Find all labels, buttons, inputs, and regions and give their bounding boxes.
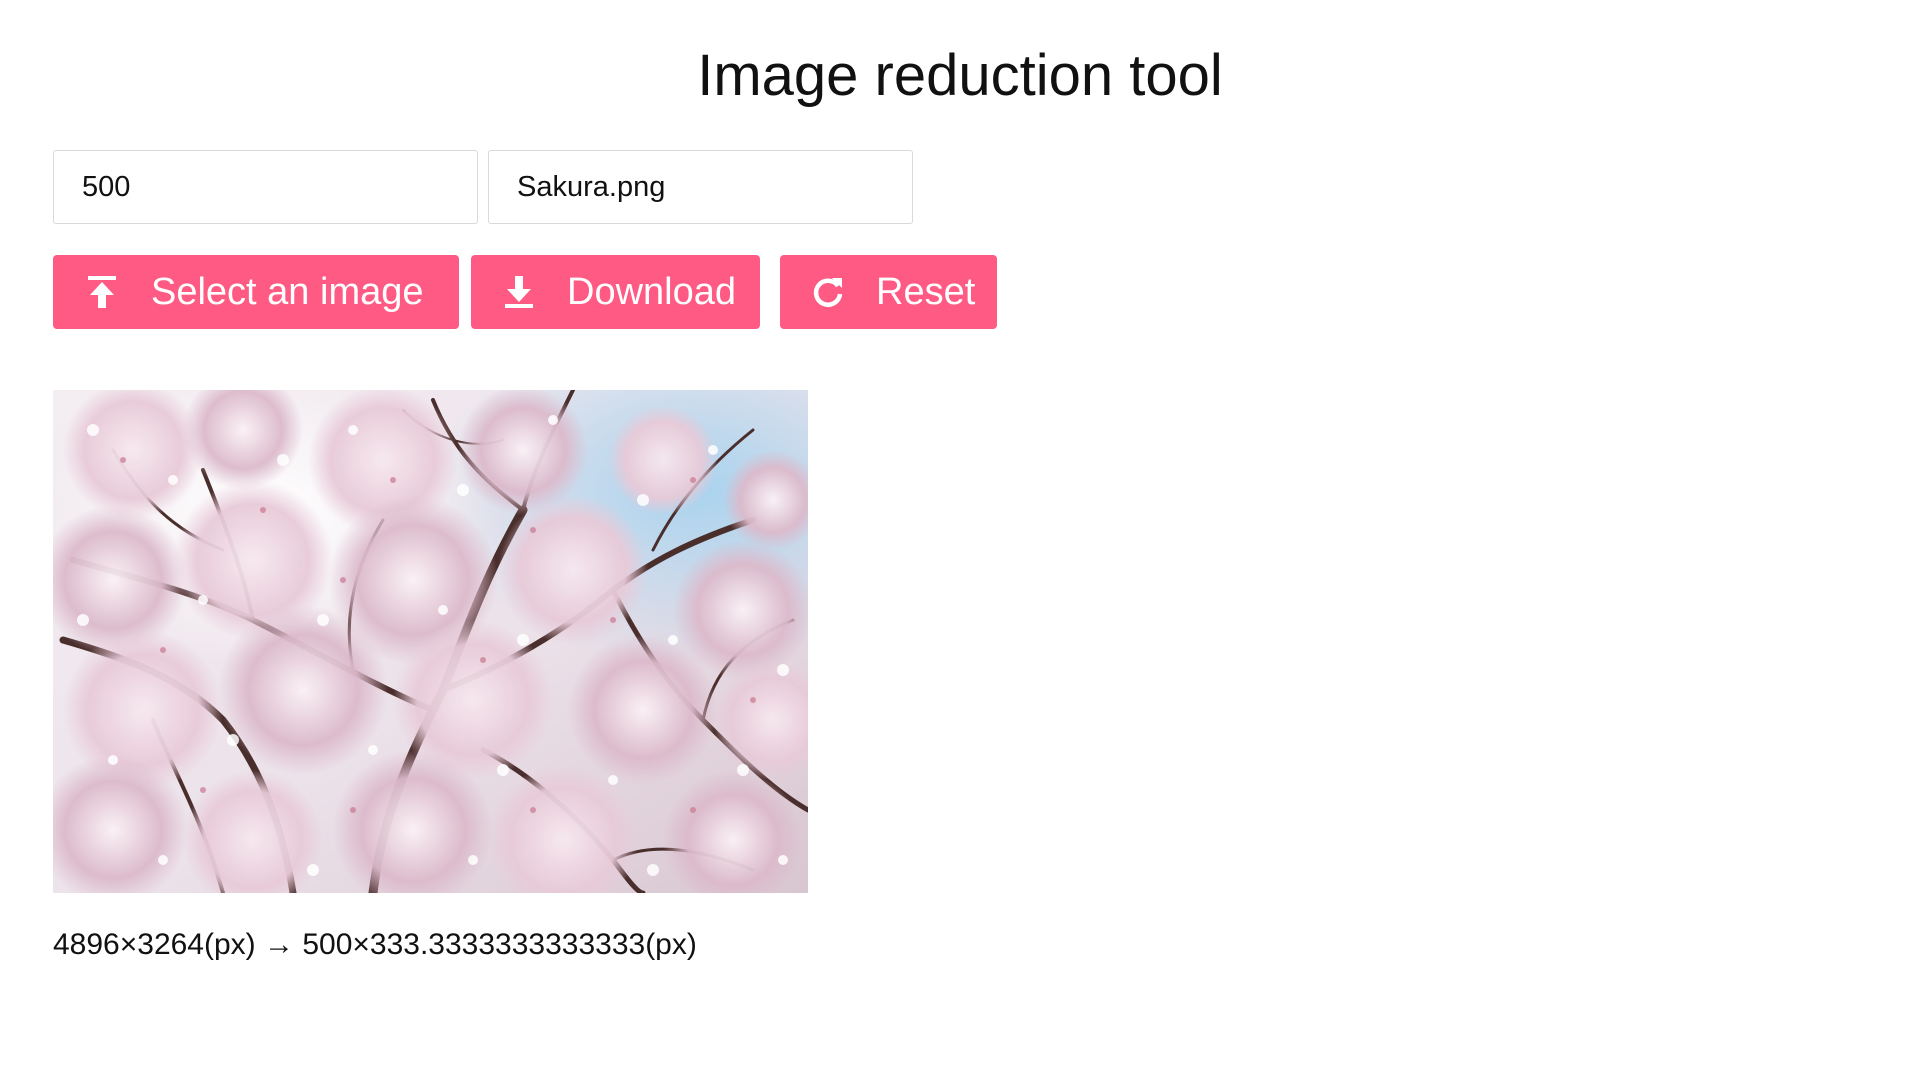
select-image-label: Select an image	[151, 270, 424, 313]
width-input[interactable]	[53, 150, 478, 224]
upload-icon	[83, 273, 121, 311]
filename-input[interactable]	[488, 150, 913, 224]
cherry-blossom-photo	[53, 390, 808, 893]
reset-button[interactable]: Reset	[780, 255, 997, 329]
refresh-icon	[810, 273, 846, 311]
input-row	[53, 150, 913, 224]
select-image-button[interactable]: Select an image	[53, 255, 459, 329]
reset-label: Reset	[876, 270, 976, 313]
page-title: Image reduction tool	[697, 43, 1223, 108]
size-result-text: 4896×3264(px) → 500×333.3333333333333(px…	[53, 928, 697, 961]
button-row: Select an image Download Reset	[53, 255, 997, 329]
image-preview	[53, 390, 808, 893]
download-label: Download	[567, 270, 736, 313]
download-icon	[501, 273, 537, 311]
download-button[interactable]: Download	[471, 255, 760, 329]
page: Image reduction tool Select an image Dow…	[0, 0, 1920, 1080]
